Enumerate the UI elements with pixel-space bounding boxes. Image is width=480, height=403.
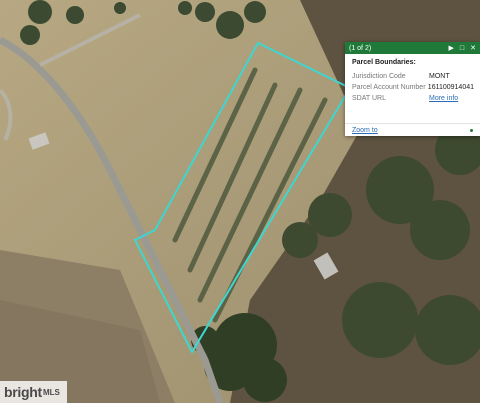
popup-footer: Zoom to: [345, 123, 480, 136]
info-row: SDAT URL More info: [352, 95, 474, 102]
brightmls-watermark: bright MLS: [0, 381, 67, 403]
field-label: Jurisdiction Code: [352, 73, 406, 80]
popup-title: Parcel Boundaries:: [352, 59, 416, 66]
more-info-link[interactable]: More info: [429, 95, 458, 102]
watermark-suffix: MLS: [43, 388, 60, 397]
parcel-info-popup: (1 of 2) ▶ □ ✕ Parcel Boundaries: Jurisd…: [345, 42, 480, 136]
field-label: SDAT URL: [352, 95, 386, 102]
info-row: Jurisdiction Code MONT: [352, 73, 474, 80]
close-icon[interactable]: ✕: [470, 44, 476, 52]
info-row: Parcel Account Number 161100914041: [352, 84, 474, 91]
satellite-map[interactable]: (1 of 2) ▶ □ ✕ Parcel Boundaries: Jurisd…: [0, 0, 480, 403]
zoom-to-link[interactable]: Zoom to: [352, 127, 470, 134]
maximize-icon[interactable]: □: [460, 45, 464, 52]
field-value: MONT: [429, 73, 450, 80]
field-label: Parcel Account Number: [352, 84, 426, 91]
menu-dot-icon[interactable]: [470, 128, 473, 132]
popup-header: (1 of 2) ▶ □ ✕: [345, 42, 480, 54]
field-value: 161100914041: [427, 84, 474, 91]
result-counter: (1 of 2): [349, 44, 372, 52]
play-icon[interactable]: ▶: [449, 44, 454, 52]
watermark-brand: bright: [4, 384, 42, 400]
